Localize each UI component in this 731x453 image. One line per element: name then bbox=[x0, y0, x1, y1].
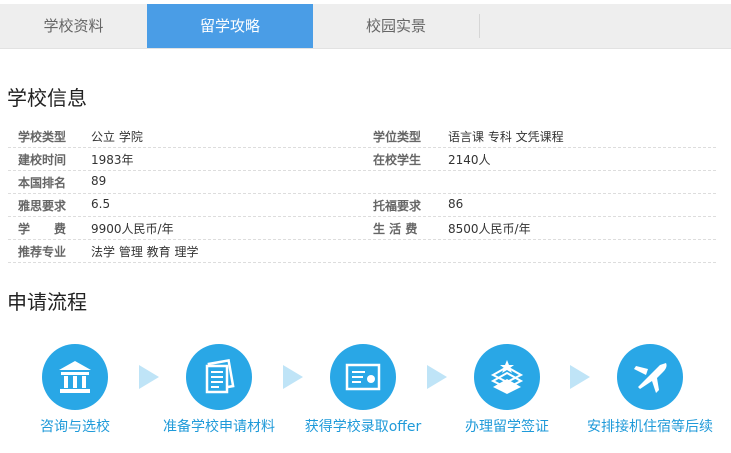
step-label: 准备学校申请材料 bbox=[163, 419, 275, 435]
info-label: 生 活 费 bbox=[373, 222, 418, 236]
tab-study-guide[interactable]: 留学攻略 bbox=[147, 4, 313, 48]
process-step: 准备学校申请材料 bbox=[149, 344, 289, 444]
info-row: 雅思要求 6.5 托福要求 86 bbox=[8, 193, 716, 217]
info-row: 学校类型 公立 学院 学位类型 语言课 专科 文凭课程 bbox=[8, 124, 716, 148]
step-label: 安排接机住宿等后续 bbox=[587, 419, 713, 435]
process-step: 咨询与选校 bbox=[5, 344, 145, 444]
info-label: 托福要求 bbox=[373, 199, 422, 213]
airplane-icon bbox=[617, 344, 683, 410]
info-row: 建校时间 1983年 在校学生 2140人 bbox=[8, 147, 716, 171]
info-label: 雅思要求 bbox=[18, 199, 67, 213]
info-label: 在校学生 bbox=[373, 153, 422, 167]
certificate-icon bbox=[330, 344, 396, 410]
info-label: 推荐专业 bbox=[18, 245, 67, 259]
info-value: 2140人 bbox=[448, 153, 491, 167]
info-label: 学 费 bbox=[18, 222, 67, 236]
info-value: 86 bbox=[448, 197, 464, 211]
step-label: 咨询与选校 bbox=[40, 419, 110, 435]
info-label: 本国排名 bbox=[18, 176, 67, 190]
info-value: 89 bbox=[91, 174, 107, 188]
process-step: 办理留学签证 bbox=[437, 344, 577, 444]
school-info-title: 学校信息 bbox=[7, 86, 87, 110]
documents-icon bbox=[186, 344, 252, 410]
info-label: 学校类型 bbox=[18, 130, 67, 144]
tab-school-info[interactable]: 学校资料 bbox=[0, 4, 147, 48]
passport-visa-icon bbox=[474, 344, 540, 410]
info-value: 公立 学院 bbox=[91, 130, 143, 144]
info-label: 学位类型 bbox=[373, 130, 422, 144]
info-value: 8500人民币/年 bbox=[448, 222, 531, 236]
process-step: 获得学校录取offer bbox=[293, 344, 433, 444]
info-value: 1983年 bbox=[91, 153, 134, 167]
info-value: 法学 管理 教育 理学 bbox=[91, 245, 199, 259]
info-label: 建校时间 bbox=[18, 153, 67, 167]
school-building-icon bbox=[42, 344, 108, 410]
info-row: 推荐专业 法学 管理 教育 理学 bbox=[8, 239, 716, 263]
info-row: 学 费 9900人民币/年 生 活 费 8500人民币/年 bbox=[8, 216, 716, 240]
tab-bar: 学校资料 留学攻略 校园实景 bbox=[0, 4, 731, 49]
process-title: 申请流程 bbox=[7, 290, 87, 314]
tab-divider bbox=[479, 14, 480, 38]
info-value: 6.5 bbox=[91, 197, 111, 211]
process-step: 安排接机住宿等后续 bbox=[580, 344, 720, 444]
step-label: 获得学校录取offer bbox=[304, 419, 422, 435]
info-row: 本国排名 89 bbox=[8, 170, 716, 194]
tab-campus-photos[interactable]: 校园实景 bbox=[313, 4, 479, 48]
step-label: 办理留学签证 bbox=[465, 419, 549, 435]
info-value: 9900人民币/年 bbox=[91, 222, 174, 236]
info-value: 语言课 专科 文凭课程 bbox=[448, 130, 564, 144]
